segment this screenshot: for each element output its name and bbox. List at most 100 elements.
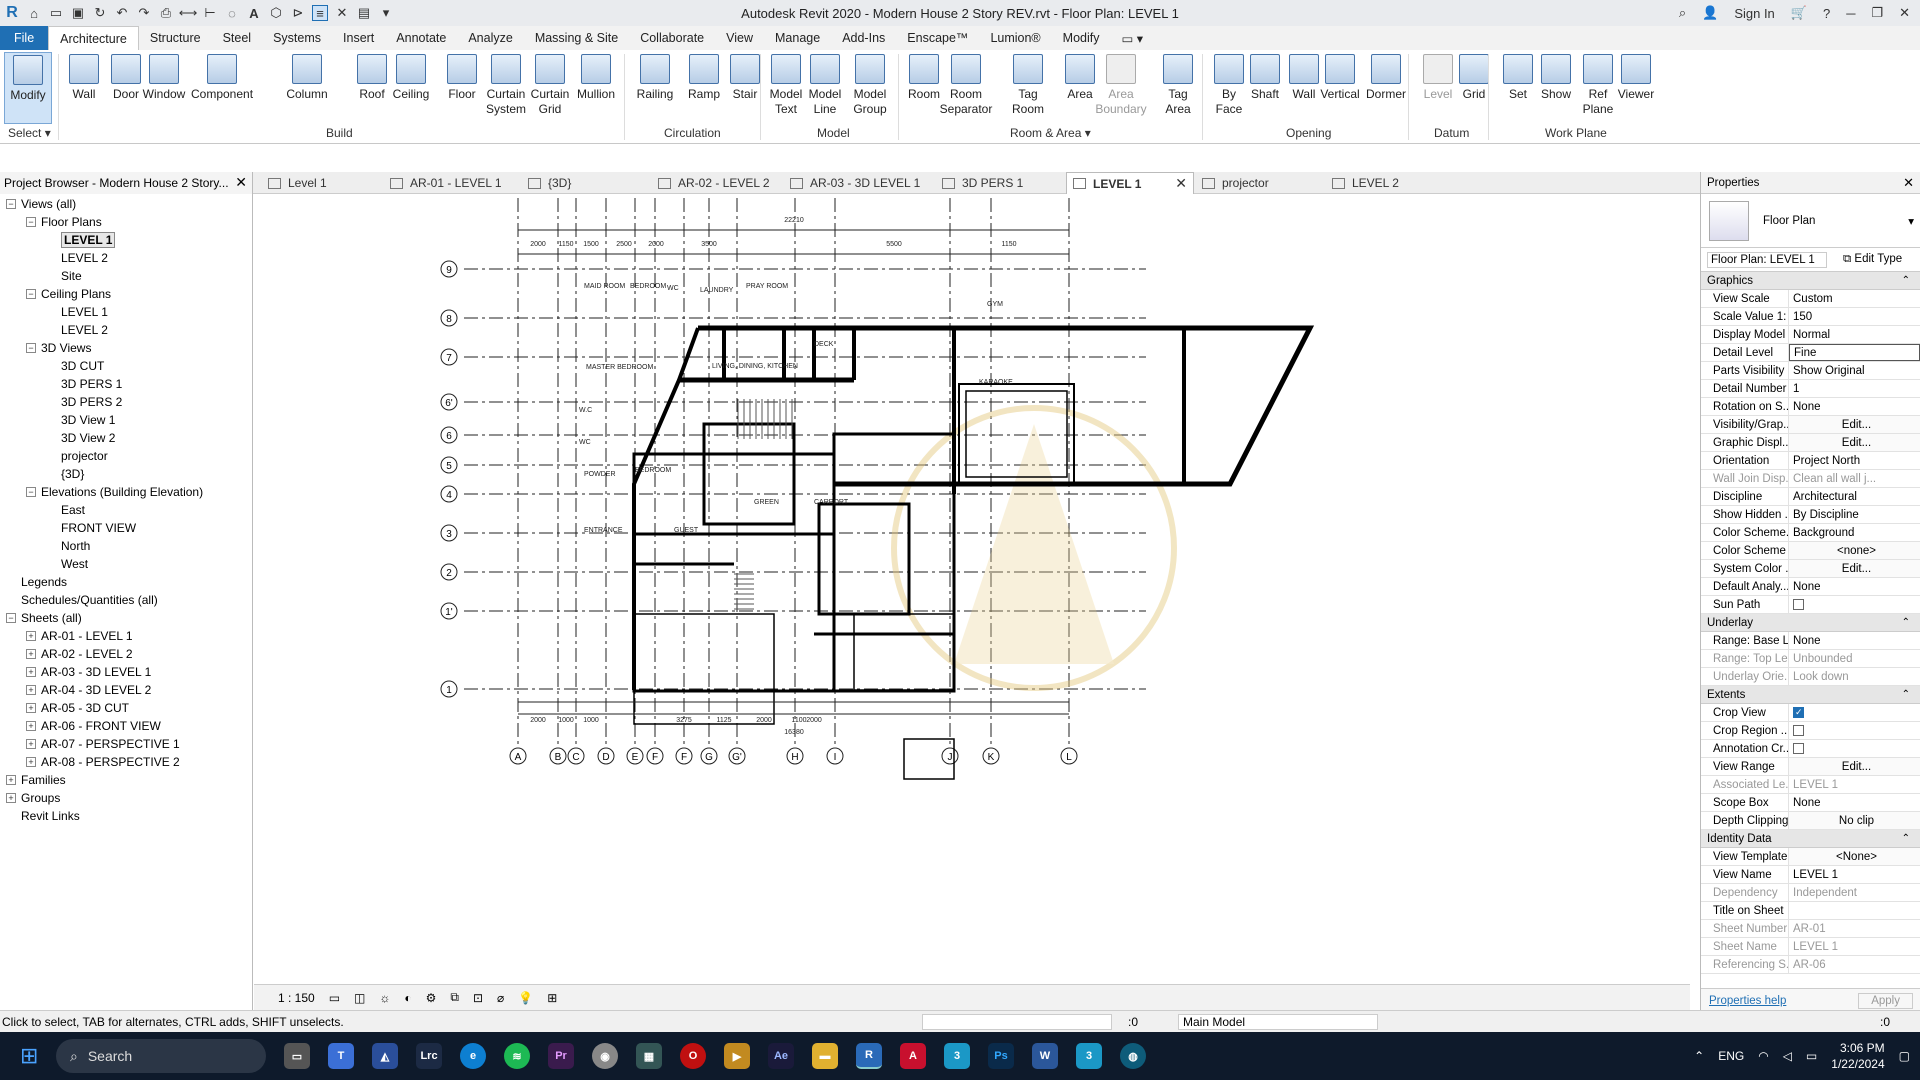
drawing-area[interactable]: A B C D E F F G G' H I J K L 9 8 7 6' 6 5 4 3 2 1' 1 MAID ROOM BE… [254, 194, 1690, 984]
checkbox[interactable] [1793, 743, 1804, 754]
crop-region-icon[interactable]: ⊡ [473, 991, 483, 1005]
measure-icon[interactable]: ⟷ [179, 5, 198, 21]
wall-button[interactable]: Wall [62, 52, 106, 124]
room-label[interactable]: BEDROOM [635, 467, 671, 474]
window-button[interactable]: Window [142, 52, 186, 124]
dimension-text[interactable]: 2000 [530, 241, 546, 248]
customize-qat-icon[interactable]: ▾ [378, 5, 394, 21]
select-panel-label[interactable]: Select ▾ [8, 126, 51, 140]
detail-level-icon[interactable]: ▭ [329, 991, 340, 1005]
checkbox[interactable] [1793, 599, 1804, 610]
close-tab-icon[interactable]: ✕ [1175, 175, 1187, 192]
tree-item[interactable]: 3D PERS 1 [46, 375, 122, 393]
help-icon[interactable]: ? [1823, 6, 1830, 21]
3d-view-icon[interactable]: ⬡ [268, 5, 284, 21]
collapse-icon[interactable]: − [6, 613, 16, 623]
tree-item[interactable]: − Sheets (all) [6, 609, 82, 627]
render-icon[interactable]: ⚙ [426, 991, 437, 1005]
apply-button[interactable]: Apply [1858, 992, 1913, 1009]
dimension-text[interactable]: 1125 [716, 717, 731, 724]
restore-button[interactable]: ❐ [1871, 5, 1883, 21]
ribbon-tab-structure[interactable]: Structure [139, 26, 212, 50]
expand-icon[interactable]: + [6, 775, 16, 785]
ribbon-tab-enscape-[interactable]: Enscape™ [896, 26, 979, 50]
tree-item[interactable]: LEVEL 1 [46, 303, 108, 321]
tree-item[interactable]: projector [46, 447, 108, 465]
tree-item[interactable]: + AR-03 - 3D LEVEL 1 [26, 663, 151, 681]
model-text-button[interactable]: Model Text [764, 52, 808, 124]
media-player-icon[interactable]: ▶ [724, 1043, 750, 1069]
dimension-text[interactable]: 2000 [806, 717, 822, 724]
property-value[interactable] [1789, 902, 1920, 919]
tree-item[interactable]: 3D View 1 [46, 411, 115, 429]
view-tab[interactable]: AR-01 - LEVEL 1 [384, 172, 520, 194]
collapse-icon[interactable]: ⌃ [1902, 689, 1910, 700]
tree-item[interactable]: + AR-01 - LEVEL 1 [26, 627, 133, 645]
dimension-text[interactable]: 1150 [1001, 241, 1016, 248]
notification-icon[interactable]: ▢ [1899, 1049, 1910, 1063]
mullion-button[interactable]: Mullion [574, 52, 618, 124]
room-label[interactable]: MASTER BEDROOM [586, 364, 653, 371]
user-icon[interactable]: 👤 [1702, 5, 1718, 21]
property-value[interactable]: Edit... [1789, 416, 1920, 433]
clock[interactable]: 3:06 PM 1/22/2024 [1831, 1040, 1884, 1072]
property-value[interactable]: Architectural [1789, 488, 1920, 505]
contextual-tab-icon[interactable]: ▭ ▾ [1110, 26, 1154, 50]
reveal-hidden-icon[interactable]: 💡 [518, 991, 533, 1005]
room-label[interactable]: POWDER [584, 471, 616, 478]
tree-item[interactable]: Revit Links [6, 807, 80, 825]
property-value[interactable]: Project North [1789, 452, 1920, 469]
tag-area-button[interactable]: Tag Area [1156, 52, 1200, 124]
collapse-icon[interactable]: ⌃ [1902, 617, 1910, 628]
dimension-text[interactable]: 16380 [784, 729, 804, 736]
workset-select[interactable] [922, 1013, 1112, 1030]
text-icon[interactable]: A [246, 5, 262, 21]
shadows-icon[interactable]: ◐ [404, 991, 411, 1005]
room-label[interactable]: DECK [814, 341, 834, 348]
room-label[interactable]: LIVING, DINING, KITCHEN [712, 363, 798, 370]
tree-item[interactable]: Site [46, 267, 82, 285]
property-value[interactable]: <None> [1789, 848, 1920, 865]
dimension-text[interactable]: 1500 [583, 241, 599, 248]
app-icon[interactable]: ◉ [592, 1043, 618, 1069]
show-button[interactable]: Show [1534, 52, 1578, 124]
opera-icon[interactable]: O [680, 1043, 706, 1069]
autocad-icon[interactable]: A [900, 1043, 926, 1069]
battery-icon[interactable]: ▭ [1806, 1049, 1817, 1063]
tree-item[interactable]: + Families [6, 771, 66, 789]
room-label[interactable]: GUEST [674, 527, 699, 534]
expand-icon[interactable]: + [26, 685, 36, 695]
dimension-text[interactable]: 5500 [886, 241, 902, 248]
area-boundary-button[interactable]: Area Boundary [1095, 52, 1147, 124]
undo-icon[interactable]: ↶ [114, 5, 130, 21]
ribbon-tab-annotate[interactable]: Annotate [385, 26, 457, 50]
tree-item[interactable]: − Floor Plans [26, 213, 102, 231]
room-label[interactable]: GYM [987, 301, 1003, 308]
windows-start-icon[interactable]: ⊞ [20, 1043, 38, 1069]
print-icon[interactable]: ⎙ [158, 5, 174, 21]
tree-item[interactable]: − Elevations (Building Elevation) [26, 483, 203, 501]
grid-button[interactable]: Grid [1452, 52, 1496, 124]
property-value[interactable]: 1 [1789, 380, 1920, 397]
property-value[interactable]: Show Original [1789, 362, 1920, 379]
ribbon-tab-manage[interactable]: Manage [764, 26, 831, 50]
design-option-select[interactable]: Main Model [1178, 1013, 1379, 1030]
worksharing-icon[interactable]: ⊞ [547, 991, 557, 1005]
lumion-icon[interactable]: ◍ [1120, 1043, 1146, 1069]
view-tab[interactable]: AR-03 - 3D LEVEL 1 [784, 172, 934, 194]
property-value[interactable] [1789, 596, 1920, 613]
tree-item[interactable]: + AR-08 - PERSPECTIVE 2 [26, 753, 180, 771]
room-label[interactable]: ENTRANCE [584, 527, 623, 534]
tree-item[interactable]: 3D View 2 [46, 429, 115, 447]
column-button[interactable]: Column [285, 52, 329, 124]
type-selector[interactable]: Floor Plan ▾ [1701, 194, 1920, 248]
3dsmax-icon[interactable]: 3 [944, 1043, 970, 1069]
property-value[interactable]: Edit... [1789, 434, 1920, 451]
curtain-system-button[interactable]: Curtain System [484, 52, 528, 124]
shaft-button[interactable]: Shaft [1243, 52, 1287, 124]
expand-icon[interactable]: + [6, 793, 16, 803]
property-value[interactable]: 150 [1789, 308, 1920, 325]
tree-item[interactable]: Schedules/Quantities (all) [6, 591, 158, 609]
save-icon[interactable]: ▣ [70, 5, 86, 21]
tree-item[interactable]: − Views (all) [6, 195, 76, 213]
